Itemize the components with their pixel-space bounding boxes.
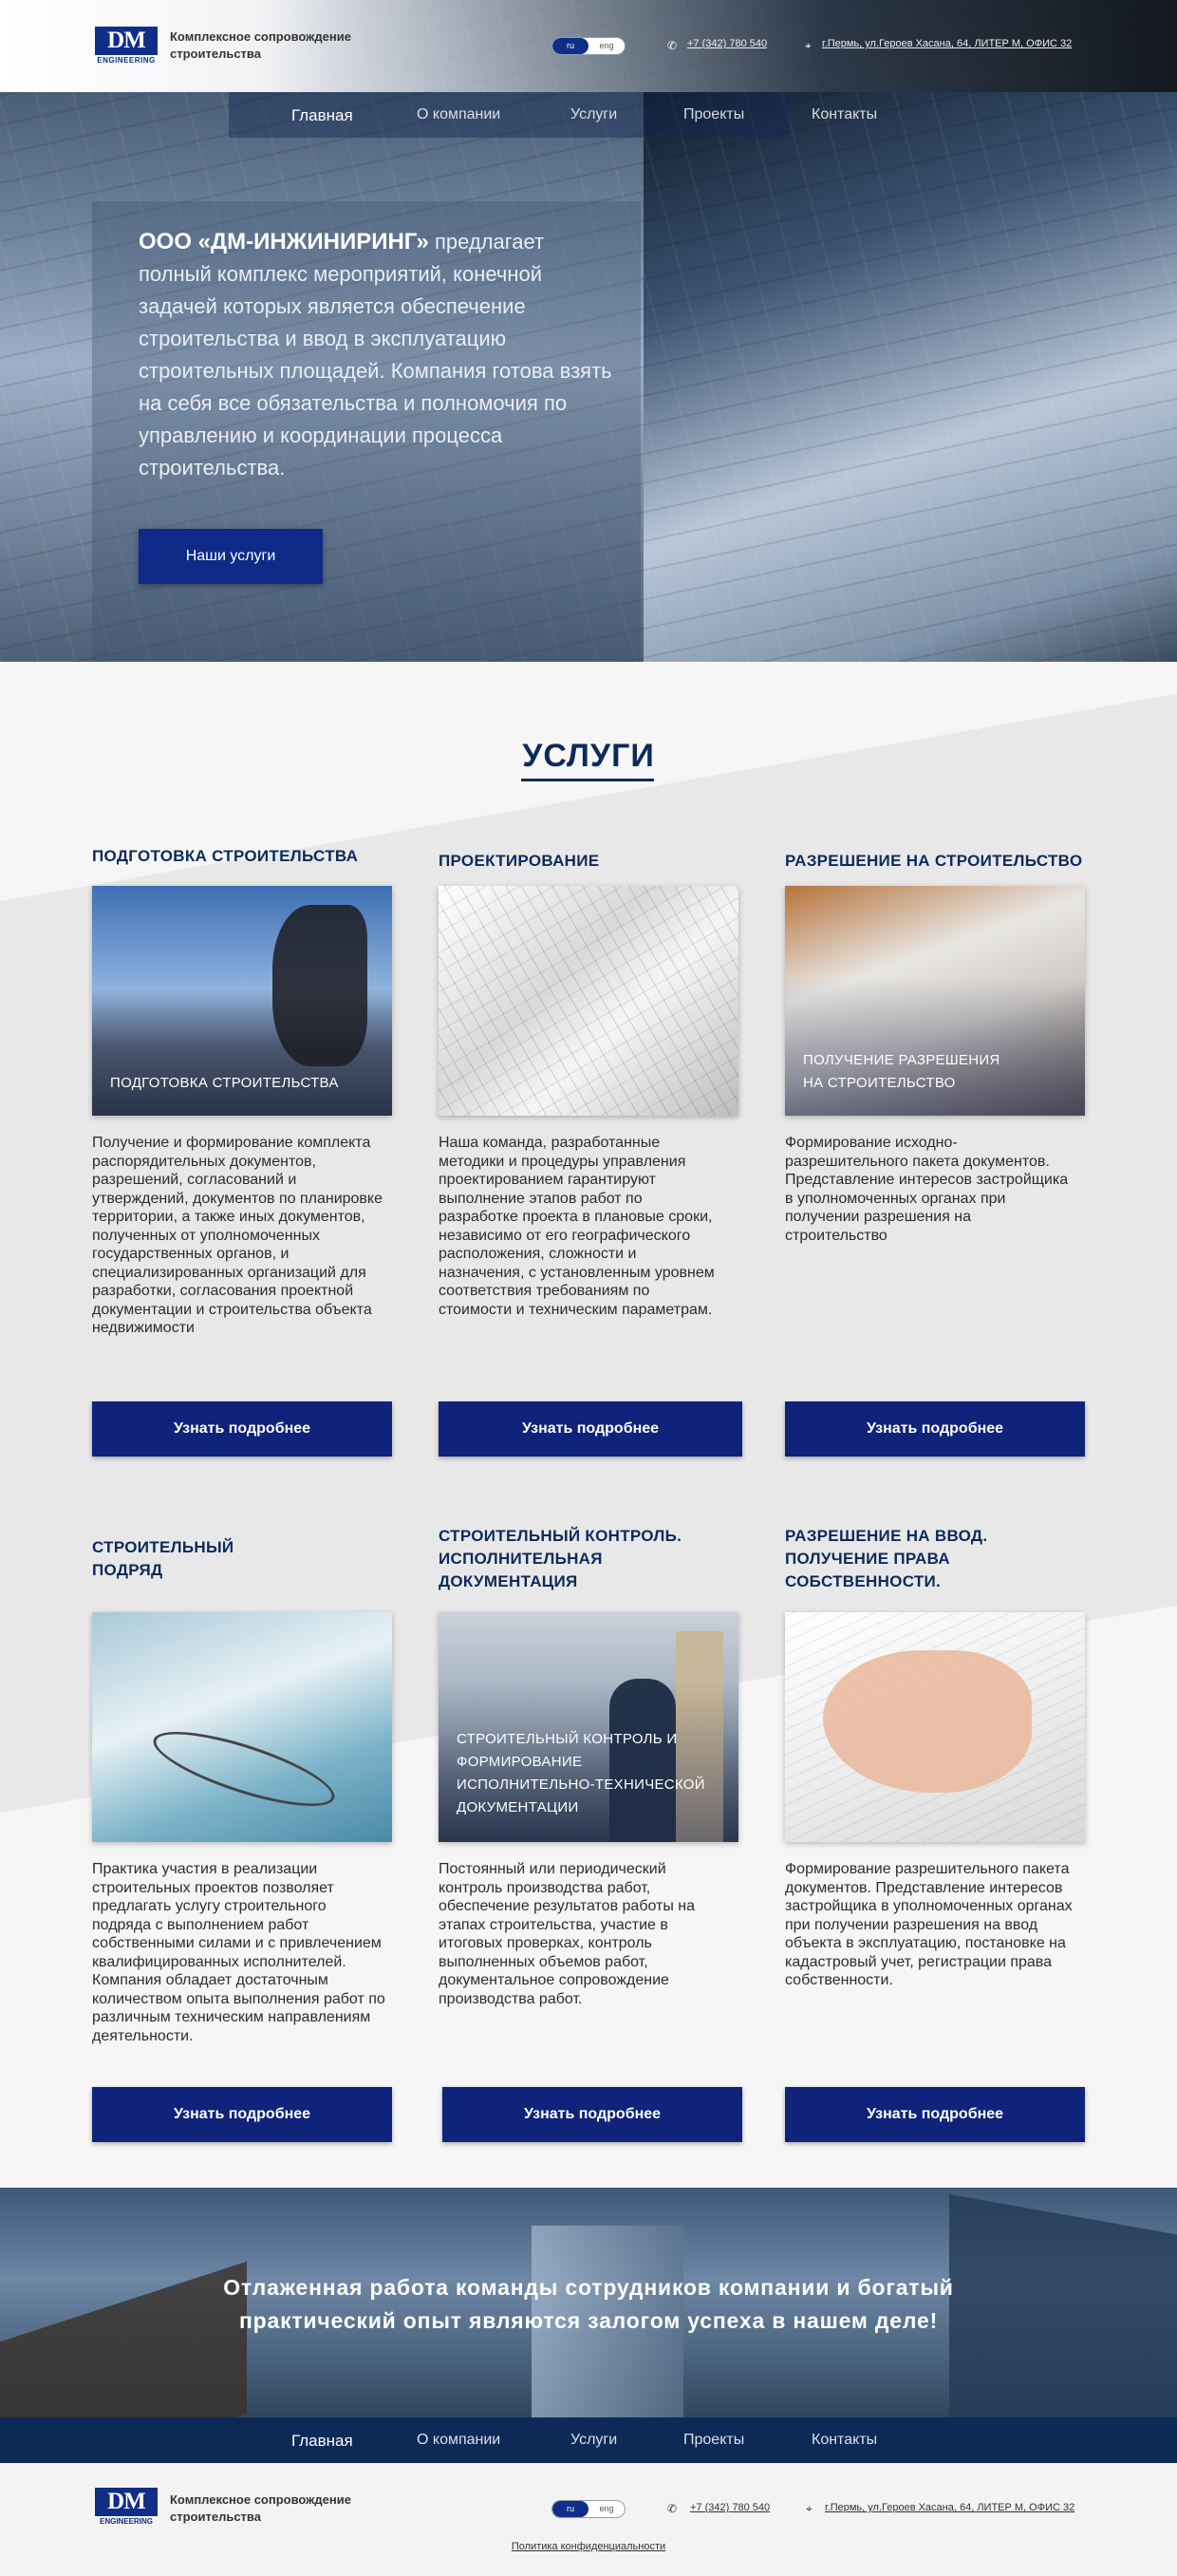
services-heading: УСЛУГИ — [522, 738, 655, 774]
nav-item-services[interactable]: Услуги — [570, 106, 617, 123]
service-card-text: Практика участия в реализации строительн… — [92, 1861, 385, 2044]
language-switcher[interactable]: ru eng — [551, 37, 626, 55]
hero-text-body: предлагает полный комплекс мероприятий, … — [139, 230, 612, 479]
heading-underline — [521, 779, 654, 781]
logo-mark: DM — [95, 2488, 158, 2516]
lang-ru-option[interactable]: ru — [552, 2501, 588, 2517]
banner-slogan: Отлаженная работа команды сотрудников ко… — [223, 2275, 954, 2333]
footer-nav-about[interactable]: О компании — [417, 2432, 500, 2449]
learn-more-button[interactable]: Узнать подробнее — [92, 2087, 392, 2142]
service-card-text: Формирование исходно-разрешительного пак… — [785, 1135, 1069, 1244]
hero-company-name: ООО «ДМ-ИНЖИНИРИНГ» — [139, 229, 429, 254]
service-card-image[interactable]: ПОЛУЧЕНИЕ РАЗРЕШЕНИЯ НА СТРОИТЕЛЬСТВО — [785, 886, 1085, 1116]
nav-item-home[interactable]: Главная — [291, 106, 353, 125]
service-card-title: РАЗРЕШЕНИЕ НА ВВОД. ПОЛУЧЕНИЕ ПРАВА СОБС… — [785, 1527, 988, 1590]
footer-nav: Главная О компании Услуги Проекты Контак… — [0, 2417, 1177, 2463]
service-card-image[interactable]: СТРОИТЕЛЬНЫЙ КОНТРОЛЬ И ФОРМИРОВАНИЕ ИСП… — [439, 1612, 738, 1842]
location-pin-icon: ⌖ — [806, 2502, 813, 2515]
service-card-title: СТРОИТЕЛЬНЫЙ КОНТРОЛЬ. ИСПОЛНИТЕЛЬНАЯ ДО… — [439, 1527, 682, 1590]
nav-item-contacts[interactable]: Контакты — [812, 106, 877, 123]
service-card-image[interactable]: ПОДГОТОВКА СТРОИТЕЛЬСТВА — [92, 886, 392, 1116]
learn-more-button[interactable]: Узнать подробнее — [785, 1401, 1085, 1457]
service-card-title: ПРОЕКТИРОВАНИЕ — [439, 852, 600, 870]
service-card-caption: ПОДГОТОВКА СТРОИТЕЛЬСТВА — [110, 1075, 339, 1091]
footer-phone-link[interactable]: +7 (342) 780 540 — [690, 2502, 770, 2513]
footer-address-link[interactable]: г.Пермь, ул.Героев Хасана, 64, ЛИТЕР М, … — [825, 2502, 1074, 2513]
service-card-caption: ПОЛУЧЕНИЕ РАЗРЕШЕНИЯ НА СТРОИТЕЛЬСТВО — [803, 1052, 1000, 1091]
lang-ru-option[interactable]: ru — [552, 38, 588, 54]
footer-language-switcher[interactable]: ru eng — [551, 2500, 626, 2518]
service-card-title: ПОДГОТОВКА СТРОИТЕЛЬСТВА — [92, 847, 359, 865]
learn-more-button[interactable]: Узнать подробнее — [439, 1401, 742, 1457]
footer-nav-projects[interactable]: Проекты — [683, 2432, 744, 2449]
service-card-image[interactable] — [92, 1612, 392, 1842]
service-card-image[interactable] — [439, 886, 738, 1116]
footer-tagline: Комплексное сопровождение строительства — [170, 2492, 351, 2524]
logo-subtitle: ENGINEERING — [99, 2517, 153, 2526]
logo-mark: DM — [95, 27, 158, 55]
service-card-caption: СТРОИТЕЛЬНЫЙ КОНТРОЛЬ И ФОРМИРОВАНИЕ ИСП… — [457, 1731, 705, 1815]
service-card-title: РАЗРЕШЕНИЕ НА СТРОИТЕЛЬСТВО — [785, 852, 1083, 870]
main-nav: Главная О компании Услуги Проекты Контак… — [0, 92, 1177, 138]
nav-item-about[interactable]: О компании — [417, 106, 500, 123]
service-card-text: Постоянный или периодический контроль пр… — [439, 1861, 696, 2007]
learn-more-button[interactable]: Узнать подробнее — [92, 1401, 392, 1457]
footer-nav-home[interactable]: Главная — [291, 2432, 353, 2451]
service-card-text: Получение и формирование комплекта распо… — [92, 1135, 383, 1336]
location-pin-icon: ⌖ — [805, 39, 812, 52]
header-address-link[interactable]: г.Пермь, ул.Героев Хасана, 64, ЛИТЕР М, … — [822, 38, 1072, 49]
hero-description: ООО «ДМ-ИНЖИНИРИНГ» предлагает полный ко… — [139, 226, 613, 484]
service-card-text: Наша команда, разработанные методики и п… — [439, 1135, 715, 1318]
privacy-policy-link[interactable]: Политика конфиденциальности — [0, 2541, 1177, 2552]
footer-nav-contacts[interactable]: Контакты — [812, 2432, 877, 2449]
lang-en-option[interactable]: eng — [588, 2501, 625, 2517]
lang-en-option[interactable]: eng — [588, 38, 625, 54]
service-card-text: Формирование разрешительного пакета доку… — [785, 1861, 1073, 1988]
nav-item-projects[interactable]: Проекты — [683, 106, 744, 123]
footer-logo[interactable]: DM ENGINEERING — [95, 2488, 158, 2526]
learn-more-button[interactable]: Узнать подробнее — [442, 2087, 742, 2142]
logo-subtitle: ENGINEERING — [97, 56, 156, 65]
site-tagline: Комплексное сопровождение строительства — [170, 29, 351, 61]
blueprint-lines — [439, 886, 738, 1116]
our-services-button[interactable]: Наши услуги — [139, 529, 323, 584]
header-phone-link[interactable]: +7 (342) 780 540 — [687, 38, 767, 49]
learn-more-button[interactable]: Узнать подробнее — [785, 2087, 1085, 2142]
footer-nav-services[interactable]: Услуги — [570, 2432, 617, 2449]
glasses-shape — [146, 1717, 342, 1821]
service-card-image[interactable] — [785, 1612, 1085, 1842]
excavator-shape — [272, 905, 367, 1066]
logo[interactable]: DM ENGINEERING — [95, 27, 158, 65]
service-card-title: СТРОИТЕЛЬНЫЙ ПОДРЯД — [92, 1538, 234, 1579]
phone-icon: ✆ — [667, 2502, 678, 2515]
phone-icon: ✆ — [667, 39, 678, 52]
